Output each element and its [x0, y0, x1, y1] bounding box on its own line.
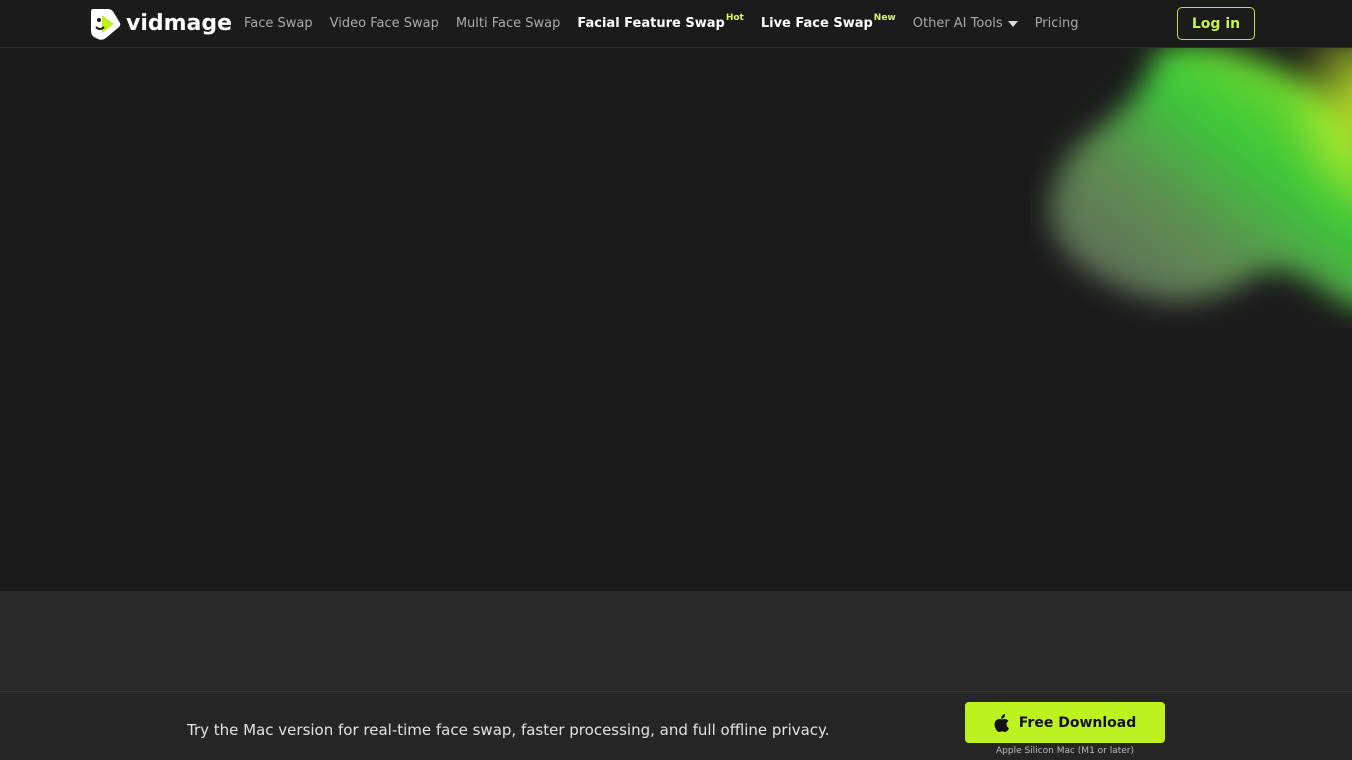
promo-text: Try the Mac version for real-time face s…: [187, 721, 830, 739]
logo[interactable]: vidmage: [90, 7, 232, 41]
apple-icon: [994, 713, 1009, 732]
nav-item-facial-feature-swap[interactable]: Facial Feature Swap Hot: [577, 12, 744, 32]
content-band: [0, 591, 1352, 692]
hot-badge: Hot: [725, 12, 744, 23]
download-label: Free Download: [1018, 714, 1137, 731]
hero-section: [0, 48, 1352, 591]
free-download-button[interactable]: Free Download: [965, 702, 1165, 743]
nav-item-multi-face-swap[interactable]: Multi Face Swap: [456, 16, 561, 31]
site-header: vidmage Face Swap Video Face Swap Multi …: [0, 0, 1352, 48]
main-nav: Face Swap Video Face Swap Multi Face Swa…: [244, 0, 1096, 47]
nav-item-label: Pricing: [1034, 16, 1079, 31]
nav-item-label: Facial Feature Swap: [577, 16, 725, 31]
nav-item-label: Face Swap: [244, 16, 313, 31]
nav-item-other-ai-tools[interactable]: Other AI Tools: [913, 16, 1018, 31]
download-note: Apple Silicon Mac (M1 or later): [995, 746, 1135, 756]
new-badge: New: [873, 12, 896, 23]
chevron-down-icon: [1007, 21, 1018, 27]
nav-item-video-face-swap[interactable]: Video Face Swap: [330, 16, 439, 31]
login-button[interactable]: Log in: [1177, 7, 1255, 40]
nav-item-label: Multi Face Swap: [455, 16, 561, 31]
nav-item-face-swap[interactable]: Face Swap: [244, 16, 313, 31]
vidmage-logo-icon: [91, 9, 121, 40]
nav-item-live-face-swap[interactable]: Live Face Swap New: [760, 12, 896, 32]
logo-text: vidmage: [126, 11, 233, 36]
mac-promo-bar: Try the Mac version for real-time face s…: [0, 691, 1352, 760]
nav-item-pricing[interactable]: Pricing: [1035, 16, 1079, 31]
decorative-gradient-blob: [1050, 48, 1352, 307]
nav-item-label: Live Face Swap: [760, 16, 873, 31]
nav-item-label: Other AI Tools: [912, 16, 1003, 31]
nav-item-label: Video Face Swap: [329, 16, 439, 31]
